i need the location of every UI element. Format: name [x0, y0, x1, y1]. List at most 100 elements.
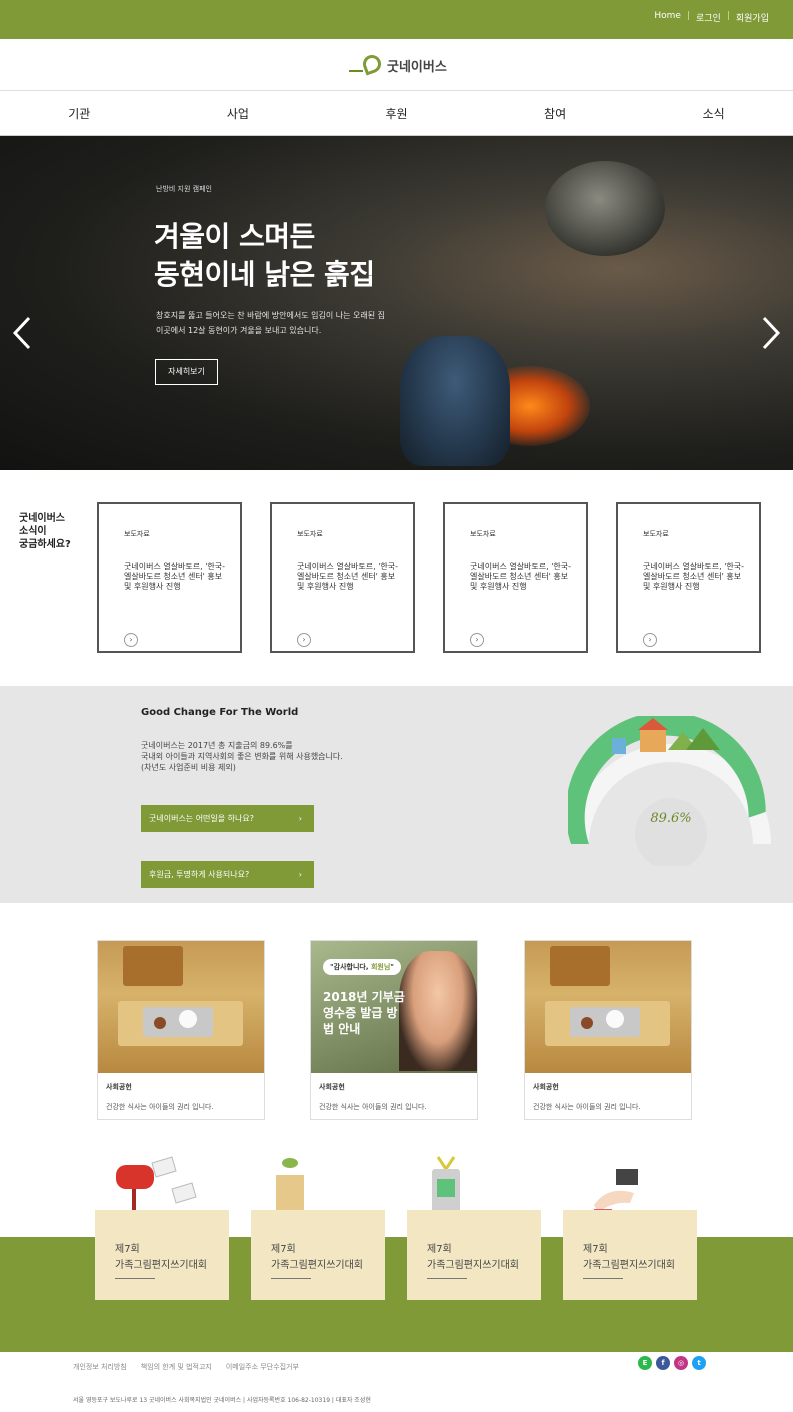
contest-round: 제7회	[115, 1244, 140, 1255]
photo-card-category: 사회공헌	[533, 1083, 559, 1091]
transparency-label: 후원금, 투명하게 사용되나요?	[149, 870, 250, 879]
news-card-title: 굿네이버스 열살바토르, '한국-엘살바도르 청소년 센터' 홍보 및 후원행사…	[297, 562, 399, 591]
contest-arrow-line	[583, 1278, 623, 1279]
news-card-title: 굿네이버스 열살바토르, '한국-엘살바도르 청소년 센터' 홍보 및 후원행사…	[643, 562, 745, 591]
contest-round: 제7회	[583, 1244, 608, 1255]
home-link[interactable]: Home	[648, 11, 687, 24]
contest-name: 가족그림편지쓰기대회	[115, 1260, 207, 1271]
legal-notice-link[interactable]: 책임의 한계 및 법적고지	[141, 1362, 212, 1372]
news-card[interactable]: 보도자료 굿네이버스 열살바토르, '한국-엘살바도르 청소년 센터' 홍보 및…	[97, 502, 242, 653]
photo-card-caption: 건강한 식사는 아이들의 권리 입니다.	[533, 1103, 641, 1111]
facebook-icon[interactable]: f	[656, 1356, 670, 1370]
contest-card[interactable]: 제7회 가족그림편지쓰기대회	[407, 1210, 541, 1300]
contest-name: 가족그림편지쓰기대회	[271, 1260, 363, 1271]
news-card[interactable]: 보도자료 굿네이버스 열살바토르, '한국-엘살바도르 청소년 센터' 홍보 및…	[616, 502, 761, 653]
hero-title-line2: 동현이네 낡은 흙집	[154, 258, 375, 291]
logo-bar: 굿네이버스	[0, 39, 793, 91]
hero-description: 창호지를 뚫고 들어오는 찬 바람에 방안에서도 입김이 나는 오래된 집 이곳…	[156, 308, 416, 338]
signup-link[interactable]: 회원가입	[730, 11, 775, 24]
photo-card-caption: 건강한 식사는 아이들의 권리 입니다.	[106, 1103, 214, 1111]
email-icon[interactable]: E	[638, 1356, 652, 1370]
arrow-right-circle-icon[interactable]: ›	[643, 633, 657, 647]
poster-tagline: "감사합니다, 회원님"	[323, 959, 401, 975]
hero-title-line1: 겨울이 스며든	[154, 220, 315, 253]
contest-card[interactable]: 제7회 가족그림편지쓰기대회	[251, 1210, 385, 1300]
nav-item-business[interactable]: 사업	[159, 92, 318, 135]
nav-item-donation[interactable]: 후원	[317, 92, 476, 135]
arrow-right-circle-icon[interactable]: ›	[124, 633, 138, 647]
contest-card[interactable]: 제7회 가족그림편지쓰기대회	[95, 1210, 229, 1300]
impact-text-line1: 굿네이버스는 2017년 총 지출금의 89.6%를	[141, 741, 293, 750]
hero-pot-image	[545, 161, 665, 256]
instagram-icon[interactable]: ◎	[674, 1356, 688, 1370]
news-label-line2: 소식이	[19, 526, 47, 537]
transparency-button[interactable]: 후원금, 투명하게 사용되나요? ›	[141, 861, 314, 888]
poster-title: 2018년 기부금영수증 발급 방법 안내	[323, 990, 405, 1036]
lunch-tray-image	[98, 941, 264, 1073]
gauge-percent-label: 89.6%	[650, 811, 691, 826]
impact-text-line3: (차년도 사업준비 비용 제외)	[141, 763, 236, 772]
login-link[interactable]: 로그인	[690, 11, 727, 24]
impact-section: Good Change For The World 굿네이버스는 2017년 총…	[0, 686, 793, 903]
school-icon	[640, 730, 666, 752]
social-icons: E f ◎ t	[638, 1356, 706, 1370]
news-card-title: 굿네이버스 열살바토르, '한국-엘살바도르 청소년 센터' 홍보 및 후원행사…	[470, 562, 572, 591]
news-label-line1: 굿네이버스	[19, 513, 65, 524]
what-we-do-label: 굿네이버스는 어떤일을 하나요?	[149, 814, 255, 823]
chevron-right-icon[interactable]	[761, 316, 781, 350]
hero-more-button[interactable]: 자세히보기	[155, 359, 218, 385]
impact-text-line2: 국내외 아이들과 지역사회의 좋은 변화를 위해 사용했습니다.	[141, 752, 343, 761]
photo-card[interactable]: "감사합니다, 회원님" 2018년 기부금영수증 발급 방법 안내 사회공헌 …	[310, 940, 478, 1120]
photo-card[interactable]: 사회공헌 건강한 식사는 아이들의 권리 입니다.	[97, 940, 265, 1120]
nav-item-organization[interactable]: 기관	[0, 92, 159, 135]
hero-banner: 난방비 지원 캠페인 겨울이 스며든 동현이네 낡은 흙집 창호지를 뚫고 들어…	[0, 136, 793, 470]
arrow-right-circle-icon[interactable]: ›	[297, 633, 311, 647]
logo-mark-icon	[349, 52, 384, 76]
brand-name: 굿네이버스	[387, 59, 447, 75]
globe-icon	[635, 798, 707, 866]
photo-card-caption: 건강한 식사는 아이들의 권리 입니다.	[319, 1103, 427, 1111]
photo-card[interactable]: 사회공헌 건강한 식사는 아이들의 권리 입니다.	[524, 940, 692, 1120]
news-card-title: 굿네이버스 열살바토르, '한국-엘살바도르 청소년 센터' 홍보 및 후원행사…	[124, 562, 226, 591]
impact-text: 굿네이버스는 2017년 총 지출금의 89.6%를 국내외 아이들과 지역사회…	[141, 740, 401, 773]
email-policy-link[interactable]: 이메일주소 무단수집거부	[226, 1362, 299, 1372]
photo-card-category: 사회공헌	[106, 1083, 132, 1091]
photo-card-category: 사회공헌	[319, 1083, 345, 1091]
nav-item-participation[interactable]: 참여	[476, 92, 635, 135]
news-card-tag: 보도자료	[124, 530, 150, 538]
what-we-do-button[interactable]: 굿네이버스는 어떤일을 하나요? ›	[141, 805, 314, 832]
footer-address: 서울 영등포구 보도나루로 13 굿네이버스 사회복지법인 굿네이버스 | 사업…	[73, 1397, 371, 1404]
news-card[interactable]: 보도자료 굿네이버스 열살바토르, '한국-엘살바도르 청소년 센터' 홍보 및…	[443, 502, 588, 653]
twitter-icon[interactable]: t	[692, 1356, 706, 1370]
news-card-tag: 보도자료	[643, 530, 669, 538]
chevron-left-icon[interactable]	[12, 316, 32, 350]
main-navigation: 기관 사업 후원 참여 소식	[0, 92, 793, 136]
news-card[interactable]: 보도자료 굿네이버스 열살바토르, '한국-엘살바도르 청소년 센터' 홍보 및…	[270, 502, 415, 653]
hero-child-image	[400, 336, 510, 466]
contest-arrow-line	[115, 1278, 155, 1279]
arrow-right-circle-icon[interactable]: ›	[470, 633, 484, 647]
hero-desc-line1: 창호지를 뚫고 들어오는 찬 바람에 방안에서도 입김이 나는 오래된 집	[156, 311, 385, 320]
impact-heading: Good Change For The World	[141, 707, 299, 718]
hero-campaign-label: 난방비 지원 캠페인	[156, 185, 212, 193]
chevron-right-icon: ›	[298, 814, 302, 823]
spending-gauge: 89.6%	[568, 716, 771, 866]
news-section-label: 굿네이버스 소식이 궁금하세요?	[19, 512, 71, 551]
building-icon	[276, 1158, 304, 1215]
contest-name: 가족그림편지쓰기대회	[583, 1260, 675, 1271]
receipt-poster-image: "감사합니다, 회원님" 2018년 기부금영수증 발급 방법 안내	[311, 941, 477, 1073]
hero-title: 겨울이 스며든 동현이네 낡은 흙집	[154, 218, 375, 294]
lunch-tray-image	[525, 941, 691, 1073]
news-card-tag: 보도자료	[470, 530, 496, 538]
contest-name: 가족그림편지쓰기대회	[427, 1260, 519, 1271]
top-utility-bar: Home | 로그인 | 회원가입	[0, 0, 793, 39]
site-logo[interactable]: 굿네이버스	[349, 52, 447, 76]
contest-card[interactable]: 제7회 가족그림편지쓰기대회	[563, 1210, 697, 1300]
chevron-right-icon: ›	[298, 870, 302, 879]
privacy-policy-link[interactable]: 개인정보 처리방침	[73, 1362, 127, 1372]
nav-item-news[interactable]: 소식	[634, 92, 793, 135]
hospital-icon	[612, 738, 626, 754]
hero-desc-line2: 이곳에서 12살 동현이가 겨울을 보내고 있습니다.	[156, 326, 322, 335]
contest-arrow-line	[271, 1278, 311, 1279]
utility-links: Home | 로그인 | 회원가입	[648, 11, 775, 24]
